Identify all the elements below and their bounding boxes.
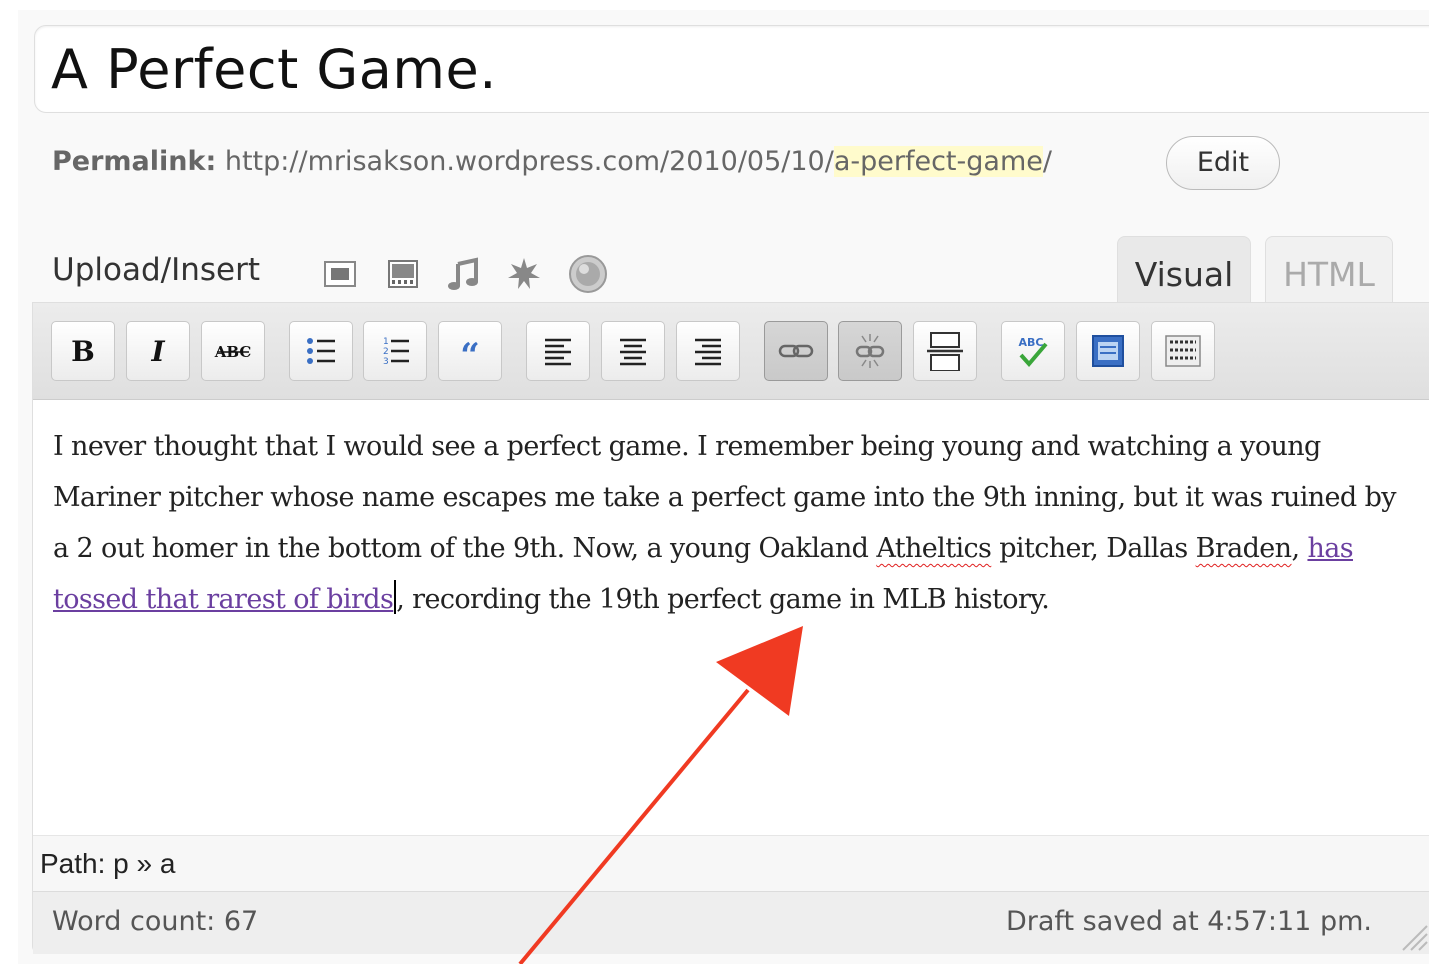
align-right-button[interactable] bbox=[676, 321, 740, 381]
editor-content[interactable]: I never thought that I would see a perfe… bbox=[53, 421, 1413, 625]
add-poll-icon[interactable] bbox=[568, 254, 608, 294]
spellcheck-button[interactable]: ABC bbox=[1001, 321, 1065, 381]
path-bar: Path: p » a bbox=[33, 835, 1429, 892]
tab-html[interactable]: HTML bbox=[1265, 236, 1393, 302]
strikethrough-icon: ABC bbox=[214, 343, 252, 361]
svg-text:1: 1 bbox=[383, 337, 389, 347]
svg-text:3: 3 bbox=[383, 357, 389, 367]
unordered-list-icon bbox=[307, 338, 335, 364]
blockquote-button[interactable]: “ bbox=[438, 321, 502, 381]
post-title-text: A Perfect Game. bbox=[51, 38, 497, 101]
align-center-icon bbox=[620, 338, 646, 366]
italic-icon: I bbox=[150, 335, 165, 368]
content-text: pitcher, Dallas bbox=[991, 533, 1196, 564]
editor: B I ABC 123 “ ABC I never thought that I… bbox=[32, 302, 1429, 954]
insert-link-button[interactable] bbox=[764, 321, 828, 381]
permalink-trailing: / bbox=[1042, 146, 1052, 177]
misspelled-word[interactable]: Braden bbox=[1196, 533, 1293, 564]
bold-button[interactable]: B bbox=[51, 321, 115, 381]
word-count: Word count: 67 bbox=[52, 906, 259, 937]
blockquote-icon: “ bbox=[460, 336, 480, 371]
italic-button[interactable]: I bbox=[126, 321, 190, 381]
svg-text:I: I bbox=[150, 335, 165, 368]
misspelled-word[interactable]: Atheltics bbox=[876, 533, 992, 564]
kitchen-sink-icon bbox=[1165, 335, 1201, 367]
post-title-field[interactable]: A Perfect Game. bbox=[34, 25, 1429, 113]
spellcheck-icon: ABC bbox=[1019, 336, 1048, 368]
upload-insert-label: Upload/Insert bbox=[52, 252, 260, 288]
svg-text:ABC: ABC bbox=[1019, 336, 1044, 349]
svg-text:“: “ bbox=[460, 336, 480, 371]
tab-visual[interactable]: Visual bbox=[1117, 236, 1251, 302]
permalink-label: Permalink: bbox=[52, 146, 217, 177]
insert-more-button[interactable] bbox=[913, 321, 977, 381]
add-media-icon[interactable] bbox=[506, 256, 542, 292]
link-icon bbox=[778, 344, 814, 358]
permalink-edit-button[interactable]: Edit bbox=[1166, 136, 1280, 190]
strikethrough-button[interactable]: ABC bbox=[201, 321, 265, 381]
editor-toolbar: B I ABC 123 “ ABC bbox=[33, 303, 1429, 400]
permalink: Permalink: http://mrisakson.wordpress.co… bbox=[52, 146, 1052, 177]
align-center-button[interactable] bbox=[601, 321, 665, 381]
svg-text:2: 2 bbox=[383, 347, 389, 357]
align-left-button[interactable] bbox=[526, 321, 590, 381]
bold-icon: B bbox=[71, 335, 95, 368]
unordered-list-button[interactable] bbox=[289, 321, 353, 381]
kitchen-sink-button[interactable] bbox=[1151, 321, 1215, 381]
add-video-icon[interactable] bbox=[386, 256, 422, 292]
content-text: , bbox=[1291, 533, 1308, 564]
ordered-list-icon: 123 bbox=[383, 337, 409, 367]
unlink-button[interactable] bbox=[838, 321, 902, 381]
permalink-slug[interactable]: a-perfect-game bbox=[833, 146, 1043, 177]
content-paragraph: I never thought that I would see a perfe… bbox=[53, 421, 1413, 625]
content-text: , recording the 19th perfect game in MLB… bbox=[396, 584, 1050, 615]
more-tag-icon bbox=[927, 332, 963, 371]
add-audio-icon[interactable] bbox=[446, 256, 482, 292]
svg-text:B: B bbox=[71, 335, 95, 368]
element-path: Path: p » a bbox=[40, 848, 176, 879]
add-image-icon[interactable] bbox=[322, 256, 358, 292]
draft-saved-status: Draft saved at 4:57:11 pm. bbox=[1006, 906, 1372, 937]
permalink-base-url: http://mrisakson.wordpress.com/2010/05/1… bbox=[224, 146, 834, 177]
resize-handle-icon[interactable] bbox=[1395, 918, 1429, 952]
unlink-icon bbox=[855, 334, 885, 368]
status-bar: Word count: 67 Draft saved at 4:57:11 pm… bbox=[33, 891, 1429, 954]
fullscreen-button[interactable] bbox=[1076, 321, 1140, 381]
align-right-icon bbox=[695, 338, 721, 366]
ordered-list-button[interactable]: 123 bbox=[363, 321, 427, 381]
align-left-icon bbox=[545, 338, 571, 366]
fullscreen-icon bbox=[1092, 335, 1124, 367]
